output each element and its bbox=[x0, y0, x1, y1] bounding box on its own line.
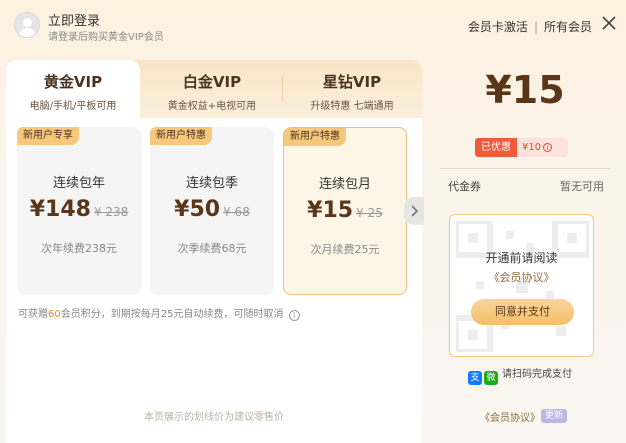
points-prefix: 可获赠 bbox=[18, 309, 48, 320]
divider bbox=[440, 168, 610, 169]
user-avatar-icon[interactable] bbox=[14, 12, 40, 38]
tab-gold-vip[interactable]: 黄金VIP 电脑/手机/平板可用 bbox=[6, 60, 140, 118]
login-link[interactable]: 立即登录 bbox=[48, 10, 100, 29]
member-card-activate-link[interactable]: 会员卡激活 bbox=[468, 20, 528, 34]
footer-agreement-link[interactable]: 《会员协议》 bbox=[480, 409, 540, 424]
qr-code-placeholder-icon bbox=[456, 221, 589, 352]
tab-subtitle: 电脑/手机/平板可用 bbox=[29, 101, 117, 112]
agree-and-pay-button[interactable]: 同意并支付 bbox=[471, 299, 574, 325]
discount-label: 已优惠 bbox=[475, 138, 517, 157]
plan-renew-note: 次月续费25元 bbox=[310, 243, 380, 256]
plan-name: 连续包季 bbox=[185, 176, 238, 191]
plan-card-monthly[interactable]: 新用户特惠 连续包月 ¥15 ¥ 25 次月续费25元 bbox=[283, 127, 407, 295]
plan-original-price: ¥ 25 bbox=[356, 206, 383, 220]
header-link-separator: | bbox=[533, 20, 538, 34]
close-icon[interactable] bbox=[600, 14, 618, 32]
alipay-icon: 支 bbox=[468, 371, 482, 385]
update-badge: 更新 bbox=[541, 409, 568, 423]
login-subtitle: 请登录后购买黄金VIP会员 bbox=[48, 32, 164, 43]
plan-badge: 新用户专享 bbox=[17, 127, 79, 145]
plan-badge: 新用户特惠 bbox=[150, 127, 212, 145]
info-icon[interactable]: i bbox=[288, 310, 300, 321]
qr-payment-box: 开通前请阅读 《会员协议》 同意并支付 bbox=[449, 214, 594, 357]
scan-to-pay-text: 请扫码完成支付 bbox=[502, 369, 572, 380]
member-agreement-link[interactable]: 《会员协议》 bbox=[450, 269, 593, 285]
points-value: 60 bbox=[48, 309, 61, 320]
discount-amount: ¥10 bbox=[522, 142, 542, 153]
voucher-value[interactable]: 暂无可用 bbox=[560, 178, 604, 194]
qr-title: 开通前请阅读 bbox=[485, 251, 558, 265]
plan-price-row: ¥15 ¥ 25 bbox=[284, 198, 406, 223]
header: 立即登录 请登录后购买黄金VIP会员 会员卡激活 | 所有会员 bbox=[0, 0, 626, 52]
tab-title: 黄金VIP bbox=[43, 73, 103, 91]
plan-original-price: ¥ 238 bbox=[93, 205, 129, 219]
tab-subtitle: 黄金权益+电视可用 bbox=[167, 101, 257, 112]
plan-card-yearly[interactable]: 新用户专享 连续包年 ¥148 ¥ 238 次年续费238元 bbox=[17, 127, 141, 295]
discount-badge[interactable]: 已优惠 ¥10 i bbox=[475, 138, 568, 157]
plan-original-price: ¥ 68 bbox=[223, 205, 250, 219]
info-icon: i bbox=[543, 143, 553, 152]
plan-price: ¥50 bbox=[174, 197, 221, 222]
tab-diamond-vip[interactable]: 星钻VIP 升级特惠 七端通用 bbox=[286, 60, 418, 118]
tab-subtitle: 升级特惠 七端通用 bbox=[310, 101, 394, 112]
points-suffix: 会员积分，到期按每月25元自动续费，可随时取消 bbox=[60, 309, 284, 320]
voucher-label: 代金券 bbox=[448, 180, 481, 193]
plan-renew-note: 次季续费68元 bbox=[177, 242, 247, 255]
plan-price-row: ¥148 ¥ 238 bbox=[17, 197, 141, 222]
plan-price-row: ¥50 ¥ 68 bbox=[150, 197, 274, 222]
chevron-right-icon[interactable] bbox=[404, 197, 424, 225]
all-members-link[interactable]: 所有会员 bbox=[544, 20, 592, 34]
payment-methods: 支微请扫码完成支付 bbox=[468, 365, 572, 385]
tab-platinum-vip[interactable]: 白金VIP 黄金权益+电视可用 bbox=[146, 60, 278, 118]
tab-title: 白金VIP bbox=[182, 73, 242, 91]
points-note: 可获赠60会员积分，到期按每月25元自动续费，可随时取消 i bbox=[18, 305, 300, 321]
plan-card-quarterly[interactable]: 新用户特惠 连续包季 ¥50 ¥ 68 次季续费68元 bbox=[150, 127, 274, 295]
plan-name: 连续包年 bbox=[52, 176, 105, 191]
price-disclaimer: 本页展示的划线价为建议零售价 bbox=[144, 412, 284, 423]
plan-price: ¥15 bbox=[307, 198, 354, 223]
plan-badge: 新用户特惠 bbox=[284, 128, 346, 146]
tab-divider bbox=[282, 76, 283, 102]
tab-title: 星钻VIP bbox=[322, 73, 382, 91]
header-links: 会员卡激活 | 所有会员 bbox=[468, 18, 592, 35]
plan-renew-note: 次年续费238元 bbox=[41, 242, 117, 255]
wechat-pay-icon: 微 bbox=[484, 371, 498, 385]
plan-name: 连续包月 bbox=[318, 177, 371, 192]
total-price: ¥15 bbox=[485, 68, 565, 112]
plan-price: ¥148 bbox=[29, 197, 91, 222]
